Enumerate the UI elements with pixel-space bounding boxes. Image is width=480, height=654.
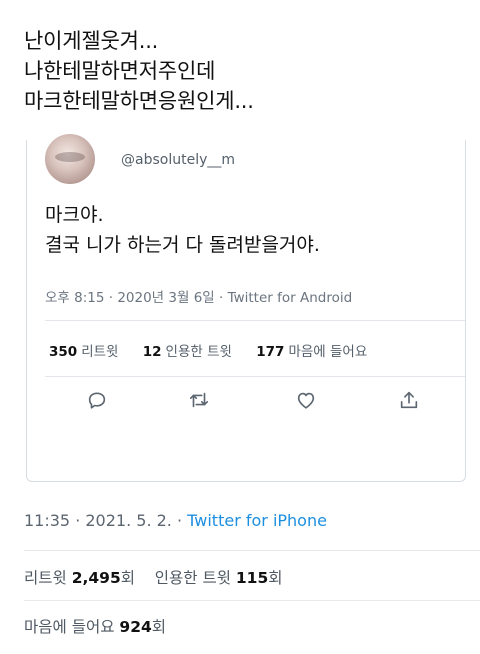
quoted-actions	[27, 388, 465, 418]
avatar[interactable]	[45, 134, 95, 184]
like-icon[interactable]	[294, 388, 318, 412]
quoted-handle[interactable]: @absolutely__m	[121, 152, 235, 168]
quote-count[interactable]: 인용한 트윗 115회	[155, 569, 283, 587]
quoted-like-count[interactable]: 177 마음에 들어요	[256, 344, 367, 360]
quoted-stats: 350 리트윗 12 인용한 트윗 177 마음에 들어요	[49, 340, 387, 360]
retweet-count[interactable]: 리트윗 2,495회	[24, 569, 135, 587]
quoted-quote-count[interactable]: 12 인용한 트윗	[143, 344, 232, 360]
reply-icon[interactable]	[85, 388, 109, 412]
tweet-line: 나한테말하면저주인데	[24, 59, 216, 83]
quoted-timestamp: 오후 8:15 · 2020년 3월 6일 · Twitter for Andr…	[45, 290, 353, 306]
share-icon[interactable]	[397, 388, 421, 412]
quoted-line: 결국 니가 하는거 다 돌려받을거야.	[45, 234, 320, 256]
retweet-icon[interactable]	[187, 388, 211, 412]
quoted-tweet-text: 마크야. 결국 니가 하는거 다 돌려받을거야.	[45, 200, 445, 260]
divider	[24, 600, 480, 601]
source-link[interactable]: Twitter for iPhone	[187, 511, 327, 530]
divider	[45, 376, 465, 377]
tweet-timestamp: 11:35 · 2021. 5. 2. · Twitter for iPhone	[24, 511, 327, 530]
divider	[24, 550, 480, 551]
tweet-line: 마크한테말하면응원인게...	[24, 89, 254, 113]
like-count[interactable]: 마음에 들어요 924회	[24, 615, 166, 637]
tweet-text: 난이게젤웃겨... 나한테말하면저주인데 마크한테말하면응원인게...	[24, 26, 464, 116]
quoted-tweet[interactable]: @absolutely__m 마크야. 결국 니가 하는거 다 돌려받을거야. …	[26, 134, 466, 482]
quoted-retweet-count[interactable]: 350 리트윗	[49, 344, 118, 360]
divider	[45, 320, 465, 321]
tweet-stats: 리트윗 2,495회 인용한 트윗 115회	[24, 566, 283, 588]
tweet-line: 난이게젤웃겨...	[24, 29, 159, 53]
quoted-line: 마크야.	[45, 204, 104, 226]
